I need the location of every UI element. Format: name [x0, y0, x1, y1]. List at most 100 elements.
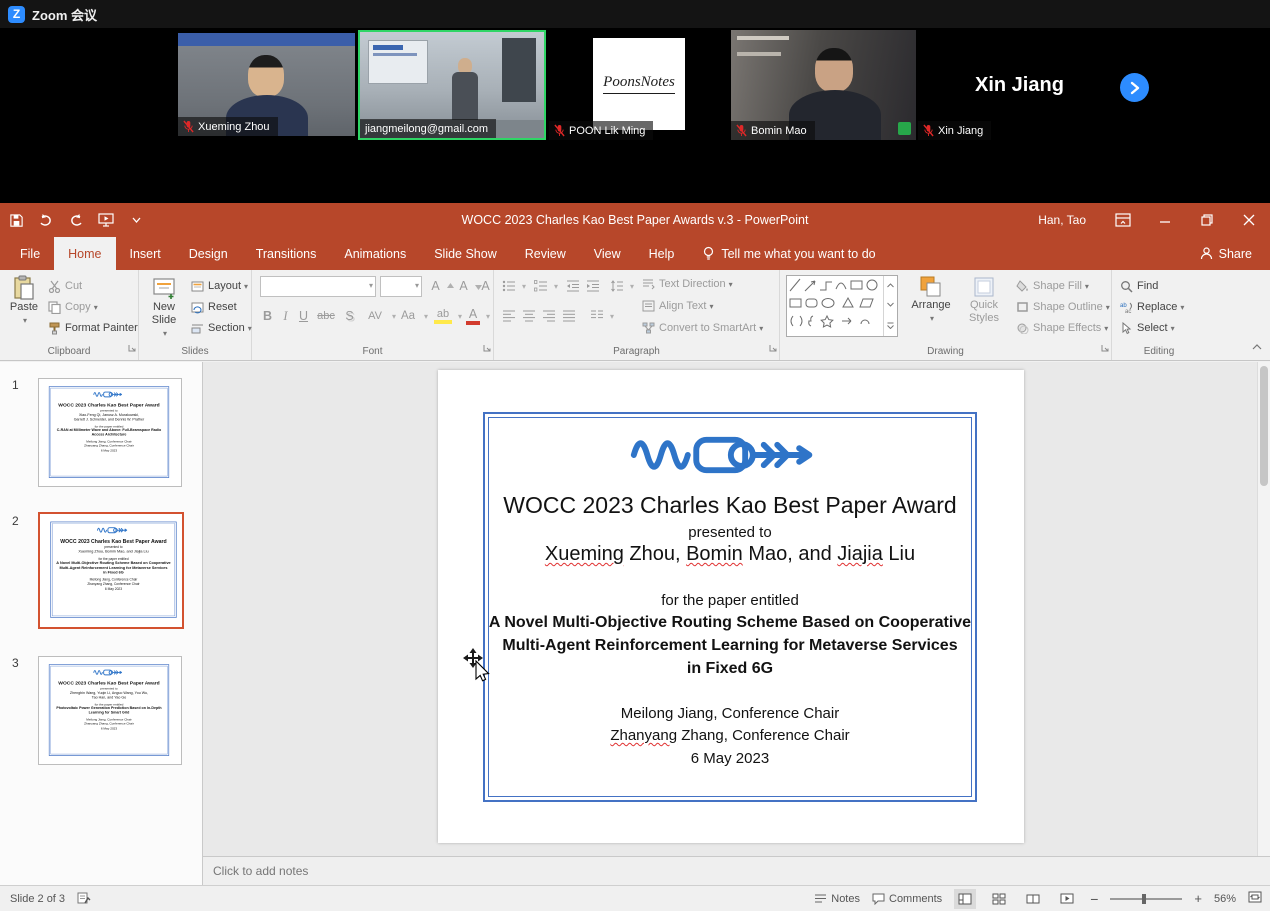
zoom-out-button[interactable]: − [1090, 891, 1098, 907]
shape-fill-button[interactable]: Shape Fill [1016, 276, 1089, 296]
shape-effects-button[interactable]: Shape Effects [1016, 318, 1108, 338]
tab-help[interactable]: Help [635, 237, 689, 270]
notes-toggle-button[interactable]: Notes [814, 893, 860, 905]
tab-review[interactable]: Review [511, 237, 580, 270]
decrease-indent-button[interactable] [566, 276, 580, 296]
tab-home[interactable]: Home [54, 237, 115, 270]
layout-button[interactable]: Layout [191, 276, 248, 296]
clear-formatting-button[interactable]: A [478, 276, 493, 296]
tab-slide-show[interactable]: Slide Show [420, 237, 511, 270]
slide-sorter-view-button[interactable] [988, 889, 1010, 909]
customize-qat-button[interactable] [126, 209, 146, 231]
collapse-ribbon-button[interactable] [1252, 337, 1262, 355]
new-slide-button[interactable]: New Slide [142, 270, 186, 344]
zoom-in-button[interactable]: + [1194, 891, 1202, 906]
section-button[interactable]: Section [191, 318, 252, 338]
slideshow-view-button[interactable] [1056, 889, 1078, 909]
minimize-button[interactable] [1144, 203, 1186, 237]
reset-button[interactable]: Reset [191, 297, 237, 317]
undo-button[interactable] [36, 209, 56, 231]
shapes-gallery[interactable] [786, 275, 898, 337]
text-direction-button[interactable]: Text Direction [642, 274, 733, 294]
font-dialog-launcher[interactable] [483, 339, 491, 357]
zoom-slider-thumb[interactable] [1142, 894, 1146, 904]
select-button[interactable]: Select [1120, 318, 1175, 338]
arrange-button[interactable]: Arrange [906, 270, 956, 344]
slide-paper-title[interactable]: A Novel Multi-Objective Routing Scheme B… [489, 611, 971, 681]
video-tile-xin-jiang[interactable]: Xin Jiang Xin Jiang [918, 30, 1100, 140]
slide-authors[interactable]: Xueming Zhou, Bomin Mao, and Jiajia Liu [545, 543, 915, 566]
comments-toggle-button[interactable]: Comments [872, 893, 942, 905]
font-size-combo[interactable] [380, 276, 422, 297]
paste-button[interactable]: Paste [4, 270, 44, 344]
close-button[interactable] [1228, 203, 1270, 237]
text-shadow-button[interactable]: S [342, 306, 357, 326]
start-slideshow-button[interactable] [96, 209, 116, 231]
slide-1-thumbnail[interactable]: WOCC 2023 Charles Kao Best Paper Award p… [38, 378, 182, 487]
video-tile-bomin-mao[interactable]: Bomin Mao [731, 30, 916, 140]
scrollbar-thumb[interactable] [1260, 366, 1268, 486]
convert-to-smartart-button[interactable]: Convert to SmartArt [642, 318, 763, 338]
align-left-button[interactable] [502, 306, 516, 326]
grow-font-button[interactable]: A [428, 276, 454, 296]
video-tile-jiangmeilong[interactable]: jiangmeilong@gmail.com [358, 30, 546, 140]
bold-button[interactable]: B [260, 306, 275, 326]
cut-button[interactable]: Cut [48, 276, 82, 296]
clipboard-dialog-launcher[interactable] [128, 339, 136, 357]
align-text-button[interactable]: Align Text [642, 296, 714, 316]
slide-presented-to[interactable]: presented to [688, 524, 771, 541]
numbering-button[interactable] [534, 276, 558, 296]
fit-slide-button[interactable] [1248, 891, 1262, 906]
paragraph-dialog-launcher[interactable] [769, 339, 777, 357]
normal-view-button[interactable] [954, 889, 976, 909]
tab-insert[interactable]: Insert [116, 237, 175, 270]
drawing-dialog-launcher[interactable] [1101, 339, 1109, 357]
zoom-level[interactable]: 56% [1214, 893, 1236, 905]
shape-outline-button[interactable]: Shape Outline [1016, 297, 1110, 317]
tab-animations[interactable]: Animations [330, 237, 420, 270]
replace-button[interactable]: abac Replace [1120, 297, 1184, 317]
change-case-button[interactable]: Aa [398, 306, 428, 326]
tab-design[interactable]: Design [175, 237, 242, 270]
underline-button[interactable]: U [296, 306, 311, 326]
video-tile-xueming-zhou[interactable]: Xueming Zhou [178, 33, 355, 136]
reading-view-button[interactable] [1022, 889, 1044, 909]
format-painter-button[interactable]: Format Painter [48, 318, 138, 338]
slide-title[interactable]: WOCC 2023 Charles Kao Best Paper Award [503, 492, 956, 519]
find-button[interactable]: Find [1120, 276, 1158, 296]
canvas-scrollbar[interactable] [1257, 362, 1270, 856]
font-color-button[interactable]: A [466, 306, 490, 326]
bullets-button[interactable] [502, 276, 526, 296]
slide-entitled[interactable]: for the paper entitled [661, 592, 799, 609]
tell-me-box[interactable]: Tell me what you want to do [688, 237, 889, 270]
align-right-button[interactable] [542, 306, 556, 326]
line-spacing-button[interactable] [610, 276, 634, 296]
strikethrough-button[interactable]: abc [314, 306, 338, 326]
redo-button[interactable] [66, 209, 86, 231]
justify-button[interactable] [562, 306, 576, 326]
tab-transitions[interactable]: Transitions [242, 237, 331, 270]
character-spacing-button[interactable]: AV [364, 306, 396, 326]
restore-button[interactable] [1186, 203, 1228, 237]
font-name-combo[interactable] [260, 276, 376, 297]
spell-check-icon[interactable] [77, 892, 91, 905]
slide-content-box[interactable]: WOCC 2023 Charles Kao Best Paper Award p… [483, 412, 977, 802]
copy-button[interactable]: Copy [48, 297, 98, 317]
italic-button[interactable]: I [278, 306, 293, 326]
shapes-gallery-scrollbar[interactable] [883, 276, 897, 336]
zoom-slider[interactable] [1110, 892, 1182, 906]
quick-styles-button[interactable]: Quick Styles [960, 270, 1008, 344]
slide-chairs[interactable]: Meilong Jiang, Conference Chair Zhanyang… [610, 703, 849, 771]
wocc-logo[interactable] [625, 428, 835, 482]
ribbon-display-options-button[interactable] [1102, 203, 1144, 237]
slide-2-thumbnail[interactable]: WOCC 2023 Charles Kao Best Paper Award p… [38, 512, 184, 629]
current-slide[interactable]: WOCC 2023 Charles Kao Best Paper Award p… [438, 370, 1024, 843]
video-tile-poon-lik-ming[interactable]: PoonsNotes POON Lik Ming [549, 30, 729, 140]
notes-pane[interactable]: Click to add notes [203, 856, 1270, 885]
next-participants-button[interactable] [1120, 73, 1149, 102]
tab-file[interactable]: File [6, 237, 54, 270]
increase-indent-button[interactable] [586, 276, 600, 296]
tab-view[interactable]: View [580, 237, 635, 270]
slide-3-thumbnail[interactable]: WOCC 2023 Charles Kao Best Paper Award p… [38, 656, 182, 765]
share-button[interactable]: Share [1190, 237, 1262, 270]
